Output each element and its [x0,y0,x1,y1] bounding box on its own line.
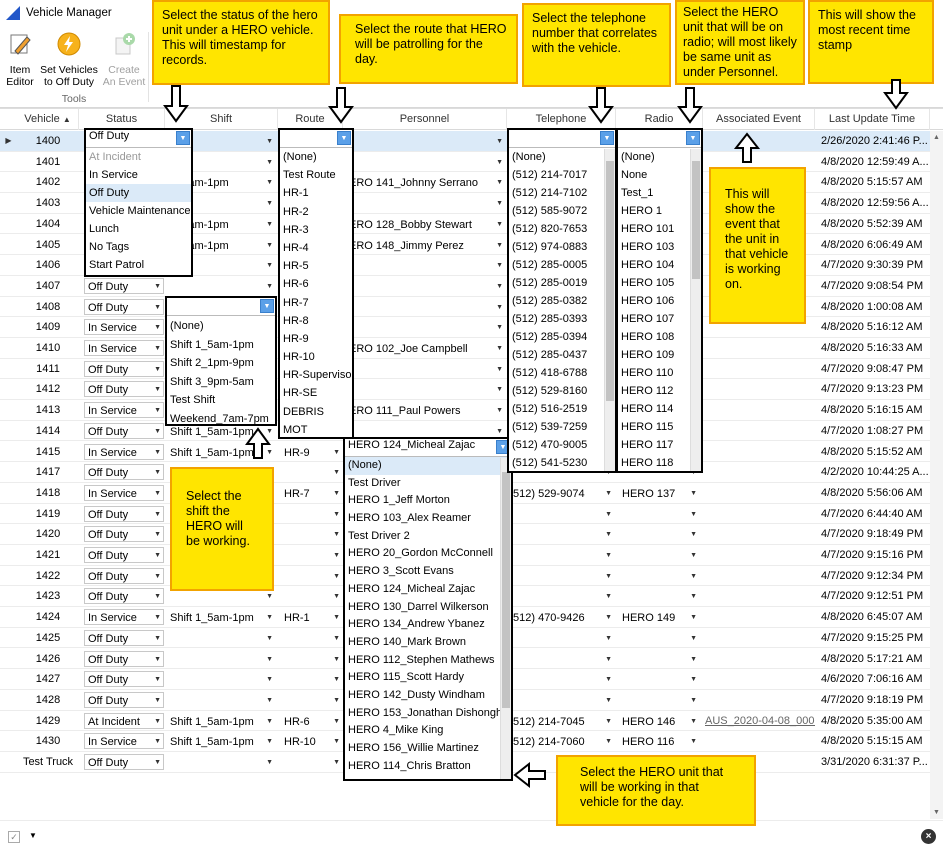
arrow-up-event-icon [733,132,761,163]
arrow-down-time-icon [883,79,909,110]
arrow-down-route-icon [328,87,354,124]
arrow-down-status-icon [163,85,189,123]
arrow-down-radio-icon [677,87,703,124]
arrow-up-shift-icon [245,427,271,459]
annotation-arrows [163,79,909,789]
vehicle-manager-window: Vehicle Manager Item Editor Set Vehicles… [0,0,943,852]
arrow-down-telephone-icon [588,87,614,124]
arrow-left-personnel-icon [513,761,546,789]
